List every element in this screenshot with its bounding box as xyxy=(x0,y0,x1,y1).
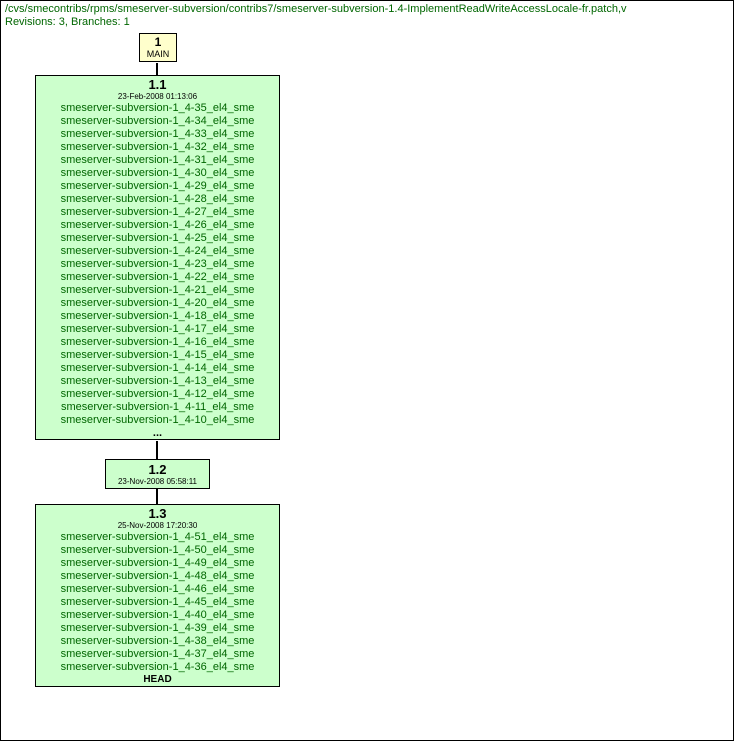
revision-tag: smeserver-subversion-1_4-26_el4_sme xyxy=(36,219,279,232)
revision-tag: smeserver-subversion-1_4-50_el4_sme xyxy=(36,544,279,557)
branch-name: MAIN xyxy=(140,49,176,59)
revision-tag: smeserver-subversion-1_4-27_el4_sme xyxy=(36,206,279,219)
file-path: /cvs/smecontribs/rpms/smeserver-subversi… xyxy=(5,3,729,16)
revision-number: 1.3 xyxy=(36,506,279,521)
revision-meta: Revisions: 3, Branches: 1 xyxy=(5,16,729,29)
revision-tag: smeserver-subversion-1_4-40_el4_sme xyxy=(36,609,279,622)
revision-tag: smeserver-subversion-1_4-24_el4_sme xyxy=(36,245,279,258)
revision-graph: 1 MAIN 1.1 23-Feb-2008 01:13:06 smeserve… xyxy=(1,31,733,721)
revision-date: 25-Nov-2008 17:20:30 xyxy=(36,521,279,530)
revision-number: 1.2 xyxy=(110,462,205,477)
revision-tag: smeserver-subversion-1_4-38_el4_sme xyxy=(36,635,279,648)
connector-branch-rev1 xyxy=(156,63,158,75)
revision-tag: smeserver-subversion-1_4-14_el4_sme xyxy=(36,362,279,375)
revision-tags: smeserver-subversion-1_4-51_el4_smesmese… xyxy=(36,531,279,674)
revision-ellipsis: ... xyxy=(36,427,279,439)
revision-date: 23-Nov-2008 05:58:11 xyxy=(110,477,205,486)
page-root: /cvs/smecontribs/rpms/smeserver-subversi… xyxy=(0,0,734,741)
revision-tag: smeserver-subversion-1_4-10_el4_sme xyxy=(36,414,279,427)
revision-tag: smeserver-subversion-1_4-33_el4_sme xyxy=(36,128,279,141)
header: /cvs/smecontribs/rpms/smeserver-subversi… xyxy=(1,1,733,29)
revision-tag: smeserver-subversion-1_4-16_el4_sme xyxy=(36,336,279,349)
revision-tag: smeserver-subversion-1_4-51_el4_sme xyxy=(36,531,279,544)
revision-number: 1.1 xyxy=(36,77,279,92)
revision-box-1-1[interactable]: 1.1 23-Feb-2008 01:13:06 smeserver-subve… xyxy=(35,75,280,440)
revision-tag: smeserver-subversion-1_4-45_el4_sme xyxy=(36,596,279,609)
revision-tag: smeserver-subversion-1_4-31_el4_sme xyxy=(36,154,279,167)
revision-tag: smeserver-subversion-1_4-25_el4_sme xyxy=(36,232,279,245)
revision-date: 23-Feb-2008 01:13:06 xyxy=(36,92,279,101)
revision-tag: smeserver-subversion-1_4-12_el4_sme xyxy=(36,388,279,401)
revision-tag: smeserver-subversion-1_4-46_el4_sme xyxy=(36,583,279,596)
revision-tag: smeserver-subversion-1_4-35_el4_sme xyxy=(36,102,279,115)
revision-tag: smeserver-subversion-1_4-21_el4_sme xyxy=(36,284,279,297)
revision-tag: smeserver-subversion-1_4-15_el4_sme xyxy=(36,349,279,362)
revision-tag: smeserver-subversion-1_4-49_el4_sme xyxy=(36,557,279,570)
revision-tag: smeserver-subversion-1_4-37_el4_sme xyxy=(36,648,279,661)
revision-box-1-3[interactable]: 1.3 25-Nov-2008 17:20:30 smeserver-subve… xyxy=(35,504,280,687)
branch-number: 1 xyxy=(140,36,176,49)
revision-tags: smeserver-subversion-1_4-35_el4_smesmese… xyxy=(36,102,279,427)
revision-tag: smeserver-subversion-1_4-36_el4_sme xyxy=(36,661,279,674)
revision-tag: smeserver-subversion-1_4-23_el4_sme xyxy=(36,258,279,271)
revision-tag: smeserver-subversion-1_4-39_el4_sme xyxy=(36,622,279,635)
revision-tag: smeserver-subversion-1_4-18_el4_sme xyxy=(36,310,279,323)
revision-box-1-2[interactable]: 1.2 23-Nov-2008 05:58:11 xyxy=(105,459,210,489)
revision-tag: smeserver-subversion-1_4-48_el4_sme xyxy=(36,570,279,583)
revision-tag: smeserver-subversion-1_4-13_el4_sme xyxy=(36,375,279,388)
revision-tag: smeserver-subversion-1_4-22_el4_sme xyxy=(36,271,279,284)
revision-tag: smeserver-subversion-1_4-32_el4_sme xyxy=(36,141,279,154)
revision-tag: smeserver-subversion-1_4-17_el4_sme xyxy=(36,323,279,336)
branch-box-main[interactable]: 1 MAIN xyxy=(139,33,177,62)
revision-tag: smeserver-subversion-1_4-34_el4_sme xyxy=(36,115,279,128)
connector-rev1-rev2 xyxy=(156,441,158,459)
revision-head-marker: HEAD xyxy=(36,674,279,686)
revision-tag: smeserver-subversion-1_4-11_el4_sme xyxy=(36,401,279,414)
revision-tag: smeserver-subversion-1_4-30_el4_sme xyxy=(36,167,279,180)
revision-tag: smeserver-subversion-1_4-29_el4_sme xyxy=(36,180,279,193)
revision-tag: smeserver-subversion-1_4-28_el4_sme xyxy=(36,193,279,206)
revision-tag: smeserver-subversion-1_4-20_el4_sme xyxy=(36,297,279,310)
